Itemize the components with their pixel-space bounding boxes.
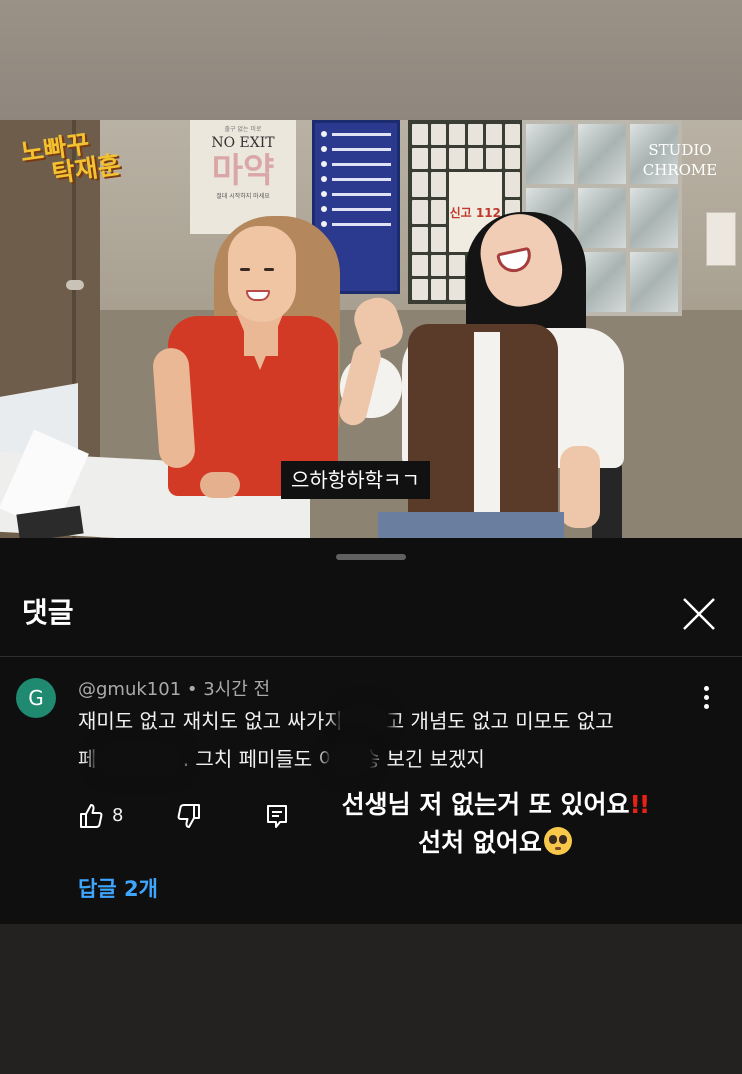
comments-title: 댓글	[22, 596, 74, 629]
redaction-scribble	[96, 742, 182, 776]
studio-watermark: STUDIO CHROME	[640, 140, 720, 180]
story-top-background	[0, 0, 742, 120]
comments-divider	[0, 656, 742, 657]
comment-author[interactable]: @gmuk101	[78, 679, 181, 700]
comment-meta: @gmuk101 • 3시간 전	[78, 678, 270, 702]
more-options-button[interactable]	[700, 686, 712, 710]
story-caption: 선생님 저 없는거 또 있어요!! 선처 없어요	[320, 786, 670, 862]
thumbs-up-icon	[80, 804, 103, 828]
light-switch	[706, 212, 736, 266]
view-replies-link[interactable]: 답글 2개	[78, 874, 158, 904]
poster-small-text: 출구 없는 미로	[224, 126, 262, 133]
like-button[interactable]	[78, 802, 132, 830]
door-knob	[66, 280, 84, 290]
left-person-eye	[264, 268, 274, 271]
story-caption-line2: 선처 없어요	[320, 824, 670, 862]
drag-handle[interactable]	[336, 554, 406, 560]
video-subtitle: 으하항하학ㅋㄱ	[281, 461, 430, 499]
meta-separator: •	[186, 679, 204, 700]
poster-title: NO EXIT	[211, 135, 275, 151]
close-icon	[683, 598, 715, 630]
story-caption-line1: 선생님 저 없는거 또 있어요!!	[320, 786, 670, 824]
right-person-arm	[560, 446, 600, 528]
reply-comment-icon	[267, 805, 287, 828]
double-exclamation-icon: !!	[629, 790, 651, 819]
more-icon	[703, 686, 709, 691]
pleading-face-icon	[543, 827, 572, 855]
studio-line2: CHROME	[642, 161, 718, 179]
poster-sub-text: 절대 시작하지 마세요	[216, 193, 270, 200]
thumbs-down-icon	[177, 804, 200, 828]
redaction-scribble	[330, 742, 372, 776]
dislike-button[interactable]	[176, 802, 206, 830]
reply-button[interactable]	[264, 802, 294, 830]
caption-text: 선처 없어요	[418, 828, 542, 857]
redaction-scribble	[340, 704, 388, 738]
close-button[interactable]	[676, 594, 720, 634]
caption-text: 선생님 저 없는거 또 있어요	[341, 790, 630, 819]
left-person-hands	[200, 472, 240, 498]
right-person-jeans	[378, 512, 564, 538]
studio-line1: STUDIO	[648, 141, 712, 159]
like-count: 8	[112, 805, 124, 826]
poster-big-text: 마약	[211, 151, 275, 191]
comment-time: 3시간 전	[203, 679, 271, 700]
story-bottom-background	[0, 924, 742, 1074]
left-person-face	[228, 226, 296, 322]
avatar[interactable]: G	[16, 678, 56, 718]
video-frame[interactable]: 노빠꾸 탁재훈 출구 없는 미로 NO EXIT 마약 절대 시작하지 마세요 …	[0, 120, 742, 538]
left-person-eye	[240, 268, 250, 271]
right-person-shirt-front	[474, 332, 500, 532]
